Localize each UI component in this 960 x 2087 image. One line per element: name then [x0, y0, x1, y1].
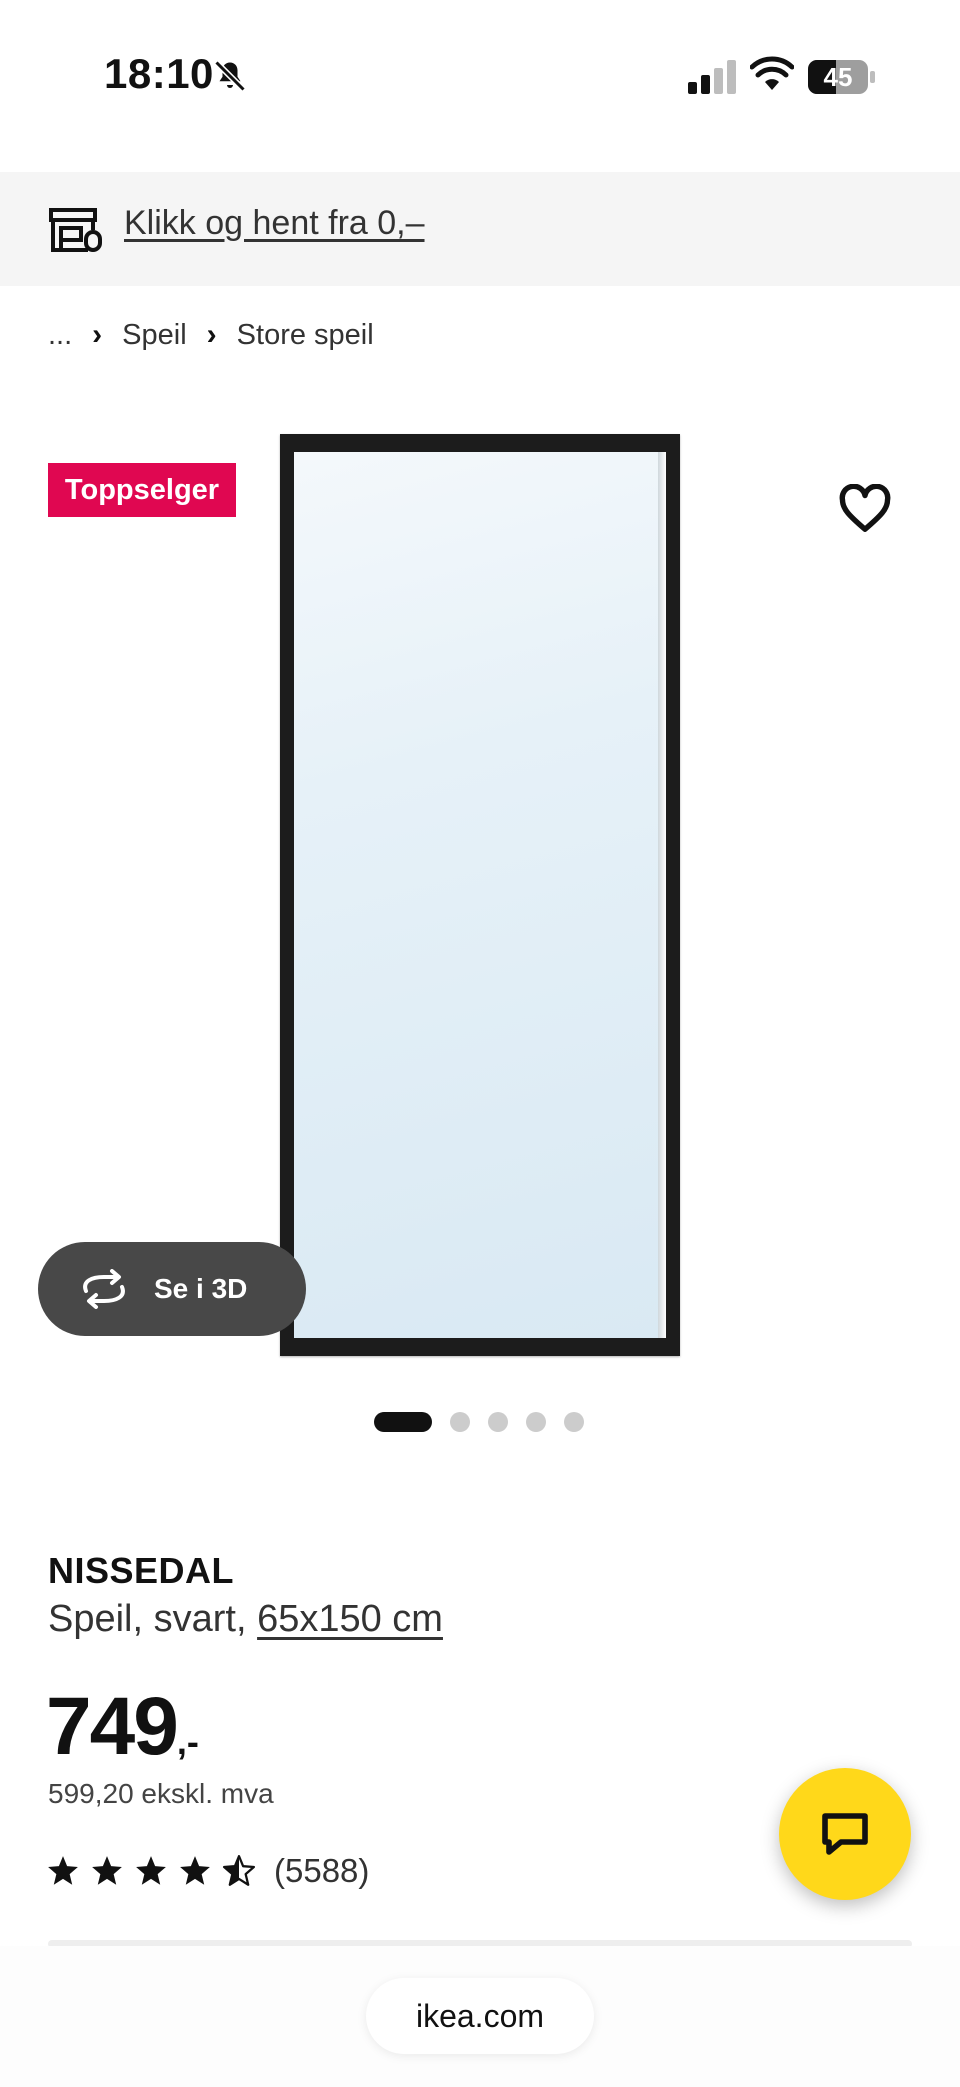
chevron-right-icon: ›	[92, 318, 103, 351]
product-image[interactable]	[280, 434, 680, 1356]
status-time: 18:10	[104, 50, 214, 97]
product-type: Speil, svart,	[48, 1598, 258, 1640]
product-size-link[interactable]: 65x150 cm	[257, 1598, 443, 1640]
store-icon	[49, 208, 102, 252]
carousel-dots	[374, 1412, 584, 1432]
price-excl-vat: 599,20 ekskl. mva	[48, 1778, 274, 1809]
signal-icon	[688, 60, 736, 94]
carousel-dot[interactable]	[526, 1412, 546, 1432]
product-price: 749 ,-	[46, 1680, 199, 1774]
browser-url-bar[interactable]: ikea.com	[366, 1978, 594, 2054]
carousel-dot[interactable]	[450, 1412, 470, 1432]
review-count[interactable]: (5588)	[274, 1852, 369, 1890]
rating-stars[interactable]	[46, 1854, 256, 1888]
price-suffix: ,-	[176, 1721, 199, 1762]
star-icon	[92, 1856, 122, 1885]
rotate-3d-icon	[83, 1269, 125, 1309]
chat-bubble-icon	[822, 1813, 868, 1855]
carousel-dot[interactable]	[374, 1412, 432, 1432]
star-half-icon	[222, 1854, 256, 1886]
see-in-3d-button[interactable]: Se i 3D	[38, 1242, 306, 1336]
click-collect-link[interactable]: Klikk og hent fra 0,–	[124, 204, 425, 243]
breadcrumb-item-speil[interactable]: Speil	[122, 319, 187, 352]
see-in-3d-label: Se i 3D	[154, 1273, 248, 1304]
wifi-icon	[750, 56, 794, 90]
breadcrumb: ... › Speil › Store speil	[48, 318, 374, 352]
product-description: Speil, svart, 65x150 cm	[48, 1598, 443, 1641]
star-icon	[180, 1856, 210, 1885]
carousel-dot[interactable]	[488, 1412, 508, 1432]
star-icon	[48, 1856, 78, 1885]
battery-level: 45	[823, 62, 853, 92]
breadcrumb-ellipsis[interactable]: ...	[48, 319, 72, 352]
mirror-glass	[294, 452, 666, 1338]
carousel-dot[interactable]	[564, 1412, 584, 1432]
battery-icon: 45	[808, 60, 876, 94]
star-icon	[136, 1856, 166, 1885]
chat-button[interactable]	[779, 1768, 911, 1900]
mirror-edge	[658, 452, 666, 1338]
top-seller-badge: Toppselger	[48, 463, 236, 517]
bell-slash-icon	[214, 60, 246, 92]
chevron-right-icon: ›	[206, 318, 217, 351]
breadcrumb-item-store-speil[interactable]: Store speil	[237, 319, 374, 352]
heart-icon[interactable]	[838, 484, 892, 534]
price-amount: 749	[46, 1681, 179, 1772]
product-name: NISSEDAL	[48, 1550, 235, 1591]
